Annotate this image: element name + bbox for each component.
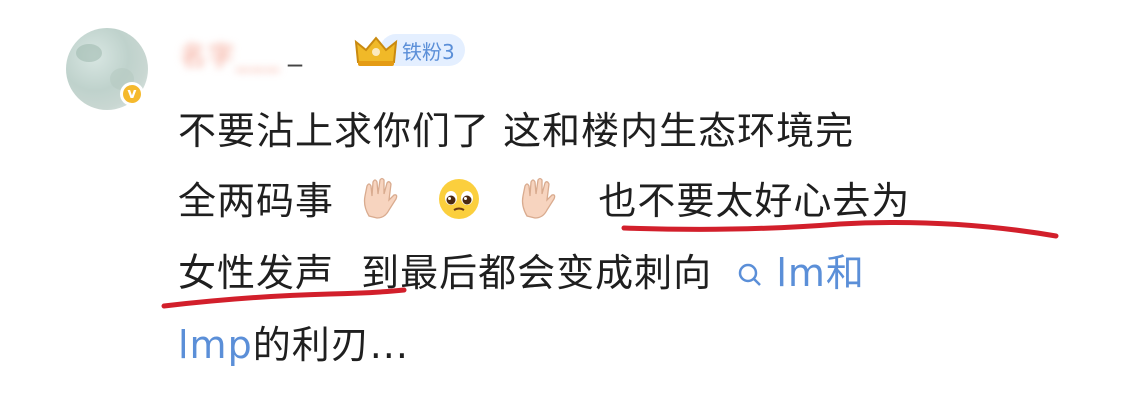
comment-line-4: lmp的利刃... bbox=[178, 314, 409, 376]
handdrawn-underline bbox=[621, 220, 1059, 239]
comment-text: 全两码事 bbox=[178, 179, 335, 223]
handdrawn-underline bbox=[161, 287, 407, 309]
comment-line-1: 不要沾上求你们了 这和楼内生态环境完 bbox=[178, 109, 855, 153]
username[interactable]: 名字___ bbox=[180, 36, 281, 72]
verified-badge-icon: v bbox=[120, 82, 144, 106]
raised-hand-icon bbox=[522, 177, 556, 219]
crown-icon bbox=[354, 36, 398, 66]
fan-badge-label: 铁粉3 bbox=[402, 39, 455, 64]
search-link-text: lm和 bbox=[776, 251, 865, 295]
avatar-pattern bbox=[76, 44, 102, 62]
pleading-face-icon bbox=[439, 179, 480, 219]
raised-hand-icon bbox=[363, 177, 398, 219]
search-icon bbox=[738, 263, 762, 286]
comment-text: 的利刃... bbox=[252, 323, 409, 367]
search-link-continued[interactable]: lmp bbox=[178, 323, 253, 367]
search-link[interactable]: lm和 bbox=[737, 251, 865, 295]
comment-text: 到最后都会变成刺向 bbox=[361, 251, 713, 295]
username-suffix: _ bbox=[288, 34, 302, 67]
